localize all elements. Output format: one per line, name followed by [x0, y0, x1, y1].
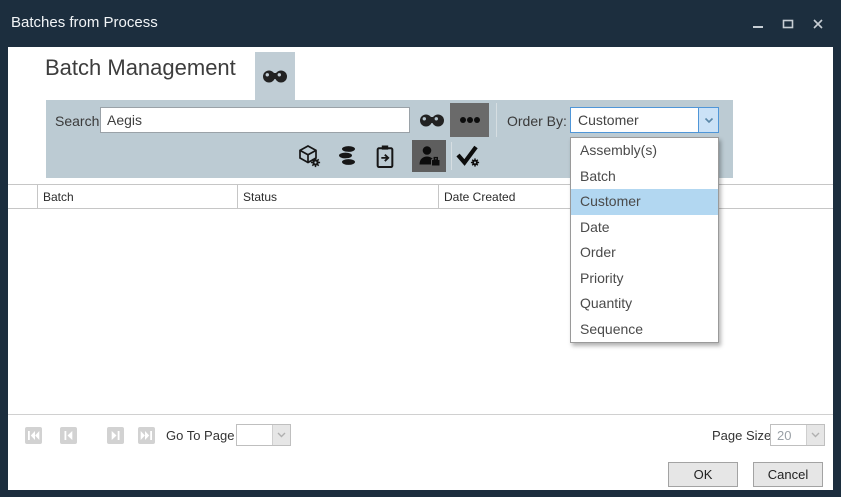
ok-button[interactable]: OK [668, 462, 738, 487]
column-header-selector[interactable] [8, 185, 38, 208]
check-gear-icon [455, 144, 481, 168]
last-page-button[interactable] [138, 427, 155, 444]
search-input[interactable] [100, 107, 410, 133]
window-title: Batches from Process [11, 14, 158, 31]
page-size-dropdown-button[interactable] [806, 425, 824, 445]
order-by-label: Order By: [507, 113, 567, 129]
toolbar-separator [496, 103, 497, 137]
maximize-button[interactable] [777, 14, 799, 34]
search-tab[interactable] [255, 52, 295, 100]
chevron-down-icon [277, 432, 286, 438]
cube-gear-icon [297, 144, 321, 168]
binoculars-icon [261, 68, 289, 85]
close-button[interactable] [807, 14, 829, 34]
column-header-batch[interactable]: Batch [38, 185, 238, 208]
filter-operators-button[interactable] [412, 140, 446, 172]
next-page-button[interactable] [107, 427, 124, 444]
column-header-status[interactable]: Status [238, 185, 439, 208]
next-page-icon [110, 430, 121, 441]
previous-page-icon [63, 430, 74, 441]
filter-materials-button[interactable] [334, 140, 360, 172]
page-size-label: Page Size [712, 428, 771, 443]
combo-dropdown-button[interactable] [698, 108, 718, 132]
previous-page-button[interactable] [60, 427, 77, 444]
ellipsis-icon [458, 115, 482, 125]
chevron-down-icon [704, 117, 714, 124]
search-button[interactable] [417, 109, 447, 131]
filter-work-orders-button[interactable] [372, 140, 398, 172]
more-options-button[interactable] [450, 103, 489, 137]
pager: Go To Page Page Size 20 [8, 416, 833, 456]
first-page-icon [27, 430, 40, 441]
dropdown-option-customer[interactable]: Customer [571, 189, 718, 215]
dropdown-option-batch[interactable]: Batch [571, 164, 718, 190]
binoculars-icon [418, 112, 446, 129]
clipboard-arrow-icon [374, 144, 396, 169]
minimize-icon [752, 18, 764, 30]
cancel-button[interactable]: Cancel [753, 462, 823, 487]
go-to-page-combobox[interactable] [236, 424, 291, 446]
dropdown-option-order[interactable]: Order [571, 240, 718, 266]
last-page-icon [140, 430, 153, 441]
go-to-page-dropdown-button[interactable] [272, 425, 290, 445]
page-title: Batch Management [45, 55, 236, 81]
page-size-value: 20 [771, 428, 806, 443]
dropdown-option-quantity[interactable]: Quantity [571, 291, 718, 317]
titlebar[interactable]: Batches from Process [0, 0, 841, 47]
page-size-combobox[interactable]: 20 [770, 424, 825, 446]
toolbar-separator [451, 142, 452, 170]
first-page-button[interactable] [25, 427, 42, 444]
database-icon [335, 144, 359, 168]
chevron-down-icon [811, 432, 820, 438]
dialog-window: Batches from Process Batch Management [0, 0, 841, 497]
dropdown-option-sequence[interactable]: Sequence [571, 317, 718, 343]
go-to-page-label: Go To Page [166, 428, 234, 443]
order-by-combobox[interactable]: Customer [570, 107, 719, 133]
order-by-value: Customer [571, 112, 698, 128]
maximize-icon [782, 18, 794, 30]
filter-parts-button[interactable] [296, 140, 322, 172]
filter-status-button[interactable] [455, 140, 481, 172]
window-controls [747, 14, 829, 34]
order-by-dropdown-list: Assembly(s) Batch Customer Date Order Pr… [570, 137, 719, 343]
search-label: Search: [55, 113, 103, 129]
minimize-button[interactable] [747, 14, 769, 34]
dropdown-option-date[interactable]: Date [571, 215, 718, 241]
dropdown-option-assembly[interactable]: Assembly(s) [571, 138, 718, 164]
dropdown-option-priority[interactable]: Priority [571, 266, 718, 292]
close-icon [812, 18, 824, 30]
user-briefcase-icon [417, 144, 441, 168]
